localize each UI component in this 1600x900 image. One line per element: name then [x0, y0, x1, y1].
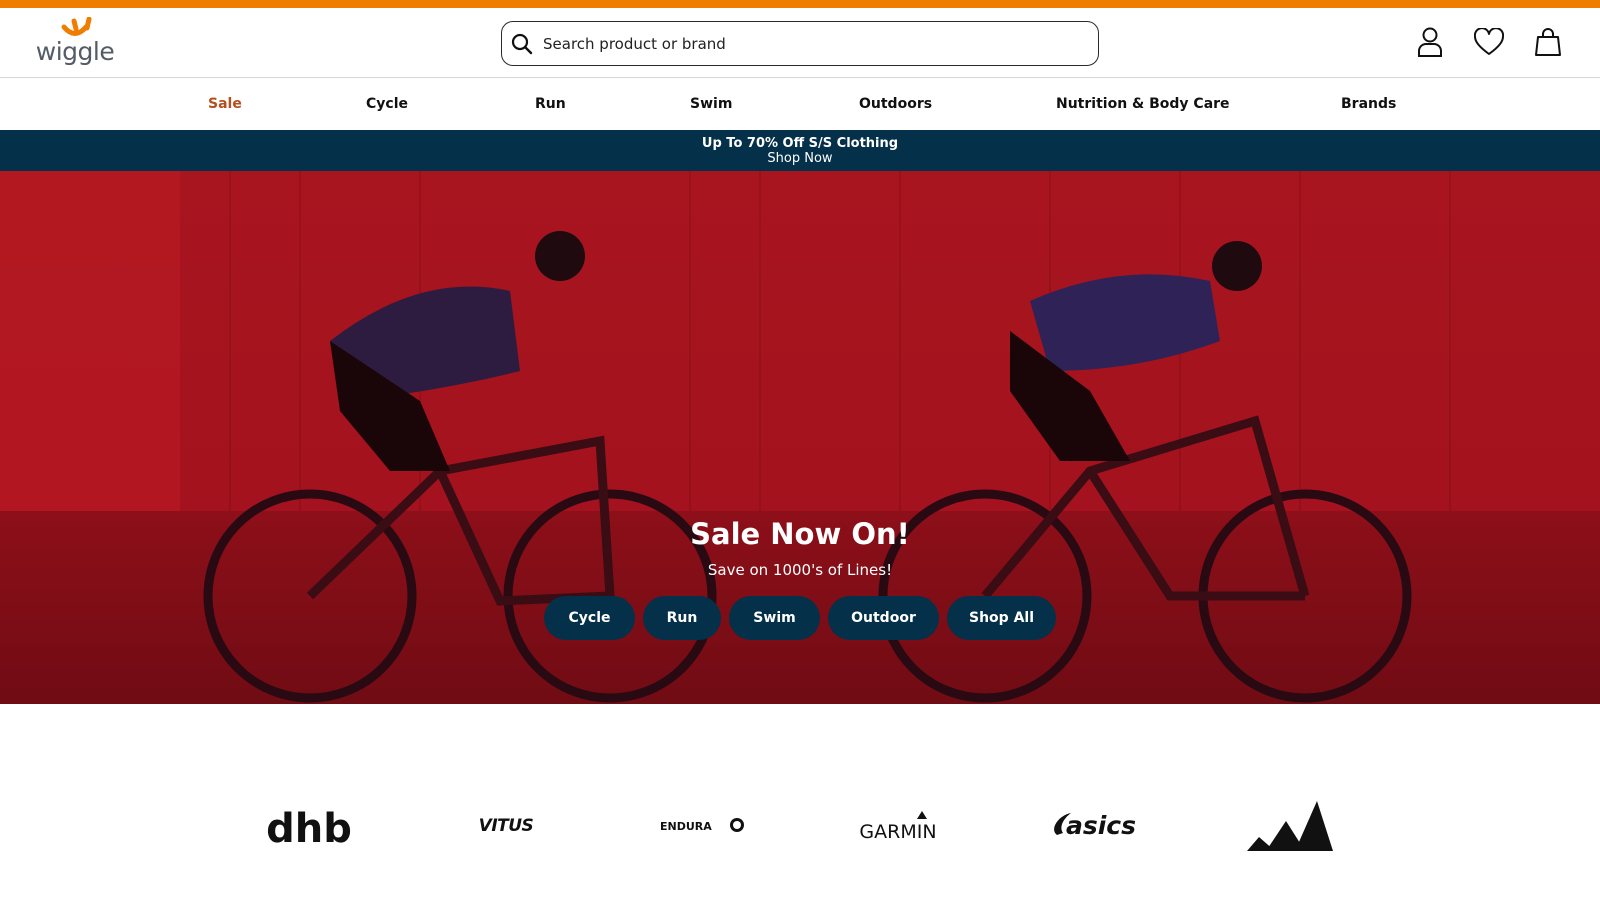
- top-accent-stripe: [0, 0, 1600, 8]
- hero-swim-button[interactable]: Swim: [729, 596, 820, 640]
- hero-subtitle: Save on 1000's of Lines!: [707, 561, 893, 579]
- search-input[interactable]: [543, 34, 1083, 53]
- heart-icon[interactable]: [1472, 25, 1506, 59]
- adidas-logo[interactable]: [1240, 790, 1340, 860]
- nav-item-sale[interactable]: Sale: [208, 96, 242, 112]
- hero-cycle-button[interactable]: Cycle: [544, 596, 635, 640]
- hero-banner: Sale Now On! Save on 1000's of Lines! Cy…: [0, 171, 1600, 704]
- brand-logos-strip: dhb VITUS ENDURA GARMIN asics: [0, 790, 1600, 870]
- account-icon[interactable]: [1413, 25, 1447, 59]
- nav-item-nutrition[interactable]: Nutrition & Body Care: [1056, 96, 1230, 112]
- nav-item-outdoors[interactable]: Outdoors: [859, 96, 932, 112]
- promo-banner[interactable]: Up To 70% Off S/S Clothing Shop Now: [0, 130, 1600, 171]
- svg-text:dhb: dhb: [266, 806, 352, 850]
- hero-shop-all-button[interactable]: Shop All: [947, 596, 1056, 640]
- main-nav: Sale Cycle Run Swim Outdoors Nutrition &…: [0, 78, 1600, 130]
- logo-wordmark: wiggle: [35, 37, 115, 66]
- svg-text:VITUS: VITUS: [479, 816, 534, 836]
- garmin-logo[interactable]: GARMIN: [848, 790, 948, 860]
- nav-item-run[interactable]: Run: [535, 96, 566, 112]
- svg-text:asics: asics: [1066, 811, 1136, 840]
- svg-text:ENDURA: ENDURA: [660, 820, 712, 833]
- nav-item-swim[interactable]: Swim: [690, 96, 732, 112]
- site-header: wiggle: [0, 8, 1600, 78]
- promo-title: Up To 70% Off S/S Clothing: [701, 136, 899, 151]
- nav-item-cycle[interactable]: Cycle: [366, 96, 408, 112]
- nav-item-brands[interactable]: Brands: [1341, 96, 1396, 112]
- hero-run-button[interactable]: Run: [643, 596, 721, 640]
- search-bar[interactable]: [501, 21, 1099, 66]
- hero-outdoor-button[interactable]: Outdoor: [828, 596, 939, 640]
- vitus-logo[interactable]: VITUS: [456, 790, 556, 860]
- search-icon: [511, 33, 533, 54]
- hero-title: Sale Now On!: [690, 517, 910, 551]
- bag-icon[interactable]: [1531, 25, 1565, 59]
- promo-shop-now-link[interactable]: Shop Now: [0, 151, 1600, 167]
- asics-logo[interactable]: asics: [1044, 790, 1144, 860]
- wiggle-logo[interactable]: wiggle: [34, 17, 116, 71]
- svg-text:GARMIN: GARMIN: [859, 821, 936, 843]
- hero-button-group: Cycle Run Swim Outdoor Shop All: [0, 596, 1600, 640]
- dhb-logo[interactable]: dhb: [259, 790, 359, 860]
- endura-logo[interactable]: ENDURA: [652, 790, 752, 860]
